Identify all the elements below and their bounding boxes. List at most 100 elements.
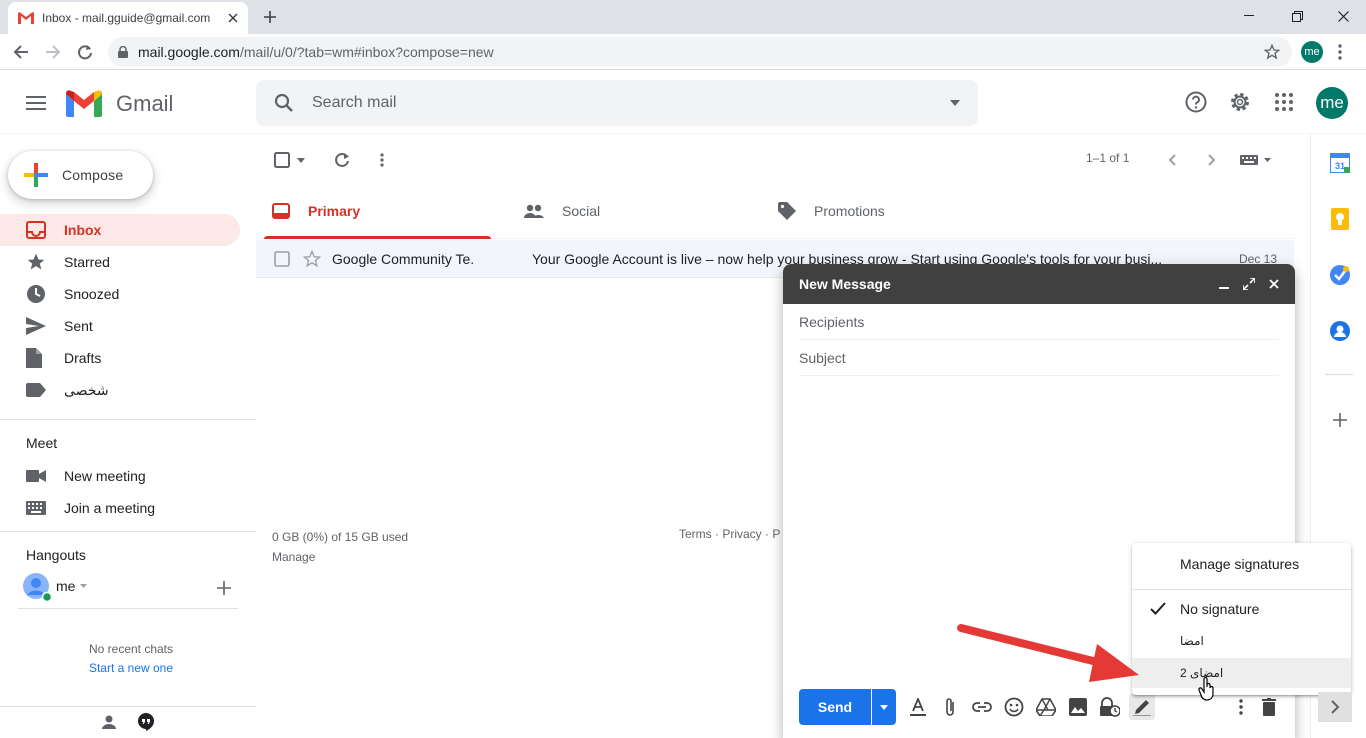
reload-icon[interactable] [72,39,98,65]
tab-promotions[interactable]: Promotions [762,183,997,239]
keep-icon[interactable] [1329,208,1351,230]
back-arrow-icon[interactable] [8,39,34,65]
refresh-icon[interactable] [330,148,354,172]
sidebar-item-label: Drafts [64,350,102,366]
tab-social[interactable]: Social [508,183,743,239]
more-options-icon[interactable] [370,148,394,172]
gmail-logo-icon [66,90,102,117]
new-tab-button[interactable] [258,6,282,28]
more-send-options-icon[interactable] [1318,692,1352,722]
gmail-logo[interactable]: Gmail [66,90,173,117]
sidebar-item-personal-label[interactable]: شخصی [0,374,240,406]
hangouts-heading: Hangouts [26,547,86,563]
insert-signature-icon[interactable] [1129,694,1155,720]
previous-page-icon[interactable] [1160,148,1184,172]
sidebar-item-label: شخصی [64,381,109,398]
star-icon[interactable] [303,249,321,268]
calendar-icon[interactable]: 31 [1329,152,1351,174]
insert-link-icon[interactable] [970,695,994,719]
help-icon[interactable] [1184,90,1208,114]
confidential-mode-icon[interactable] [1098,695,1122,719]
settings-gear-icon[interactable] [1228,90,1252,114]
send-button[interactable]: Send [799,689,871,725]
next-page-icon[interactable] [1200,148,1224,172]
signature-menu: Manage signatures No signature امضا امضا… [1132,543,1351,695]
annotation-arrow-icon [957,624,1139,682]
label-icon [26,383,46,397]
attach-file-icon[interactable] [938,695,962,719]
no-signature-item[interactable]: No signature [1132,595,1351,623]
account-avatar[interactable]: me [1316,87,1348,119]
minimize-window-button[interactable] [1226,2,1272,30]
search-bar[interactable]: Search mail [256,80,978,126]
minimize-icon[interactable] [1219,279,1229,289]
tab-label: Promotions [814,203,885,219]
sidebar-item-label: Sent [64,318,93,334]
compose-button[interactable]: Compose [8,151,153,199]
hangouts-chat-icon[interactable] [137,713,155,731]
insert-photo-icon[interactable] [1066,695,1090,719]
manage-storage-link[interactable]: Manage [272,547,408,567]
tab-primary[interactable]: Primary [256,183,491,239]
sidebar-item-sent[interactable]: Sent [0,310,240,342]
insert-emoji-icon[interactable] [1002,695,1026,719]
browser-tabstrip: Inbox - mail.gguide@gmail.com [0,0,1366,34]
plus-icon [24,163,48,187]
close-tab-icon[interactable] [228,13,238,23]
apps-grid-icon[interactable] [1272,90,1296,114]
gmail-header: Gmail Search mail me [0,70,1366,134]
select-all-checkbox[interactable] [270,148,294,172]
browser-menu-icon[interactable] [1338,44,1342,60]
compose-header[interactable]: New Message [783,264,1295,304]
footer-links[interactable]: Terms · Privacy · P [679,527,780,541]
sidebar-item-drafts[interactable]: Drafts [0,342,240,374]
more-options-icon[interactable] [1229,695,1253,719]
compose-label: Compose [62,167,124,183]
start-new-chat-link[interactable]: Start a new one [0,661,262,675]
signature-item-1[interactable]: امضا [1132,627,1351,655]
search-icon[interactable] [274,93,294,113]
send-options-button[interactable] [872,689,896,725]
drive-icon[interactable] [1034,695,1058,719]
hangouts-user-avatar[interactable] [23,573,51,601]
formatting-options-icon[interactable] [906,695,930,719]
subject-field[interactable]: Subject [799,340,1279,376]
fullscreen-icon[interactable] [1243,278,1255,290]
sidebar-item-snoozed[interactable]: Snoozed [0,278,240,310]
close-window-button[interactable] [1320,2,1366,30]
input-tools-keyboard-icon[interactable] [1238,148,1276,172]
category-tabs: Primary Social Promotions [256,183,1294,239]
sidebar-divider [0,531,256,532]
add-addon-plus-icon[interactable] [1329,409,1351,431]
bookmark-star-icon[interactable] [1264,44,1280,60]
recipients-field[interactable]: Recipients [799,304,1279,340]
tasks-icon[interactable] [1329,264,1351,286]
join-meeting-item[interactable]: Join a meeting [0,492,240,524]
discard-draft-trash-icon[interactable] [1257,695,1281,719]
select-options-caret-icon[interactable] [292,148,310,172]
storage-usage: 0 GB (0%) of 15 GB used [272,530,409,544]
contacts-icon[interactable] [1329,320,1351,342]
search-options-caret-icon[interactable] [950,100,960,106]
subject-input[interactable]: Subject [799,350,846,366]
address-bar[interactable]: mail.google.com/mail/u/0/?tab=wm#inbox?c… [108,37,1292,67]
main-menu-icon[interactable] [26,96,46,110]
browser-profile-avatar[interactable]: me [1301,41,1323,63]
search-input[interactable]: Search mail [312,94,950,112]
recipients-input[interactable]: Recipients [799,314,864,330]
close-icon[interactable] [1269,279,1279,289]
forward-arrow-icon[interactable] [40,39,66,65]
row-checkbox[interactable] [274,250,290,267]
signature-item-2[interactable]: امضای 2 [1132,658,1351,688]
restore-window-button[interactable] [1274,2,1320,30]
sidebar-item-starred[interactable]: Starred [0,246,240,278]
manage-signatures-item[interactable]: Manage signatures [1132,551,1351,577]
new-meeting-item[interactable]: New meeting [0,460,240,492]
hangouts-user[interactable]: me [56,578,88,594]
browser-tab[interactable]: Inbox - mail.gguide@gmail.com [8,2,248,34]
sidebar-item-inbox[interactable]: Inbox [0,214,240,246]
contacts-person-icon[interactable] [102,715,116,729]
pagination-text: 1–1 of 1 [1086,151,1130,165]
email-sender: Google Community Te. [332,250,475,267]
add-chat-icon[interactable] [217,581,231,595]
